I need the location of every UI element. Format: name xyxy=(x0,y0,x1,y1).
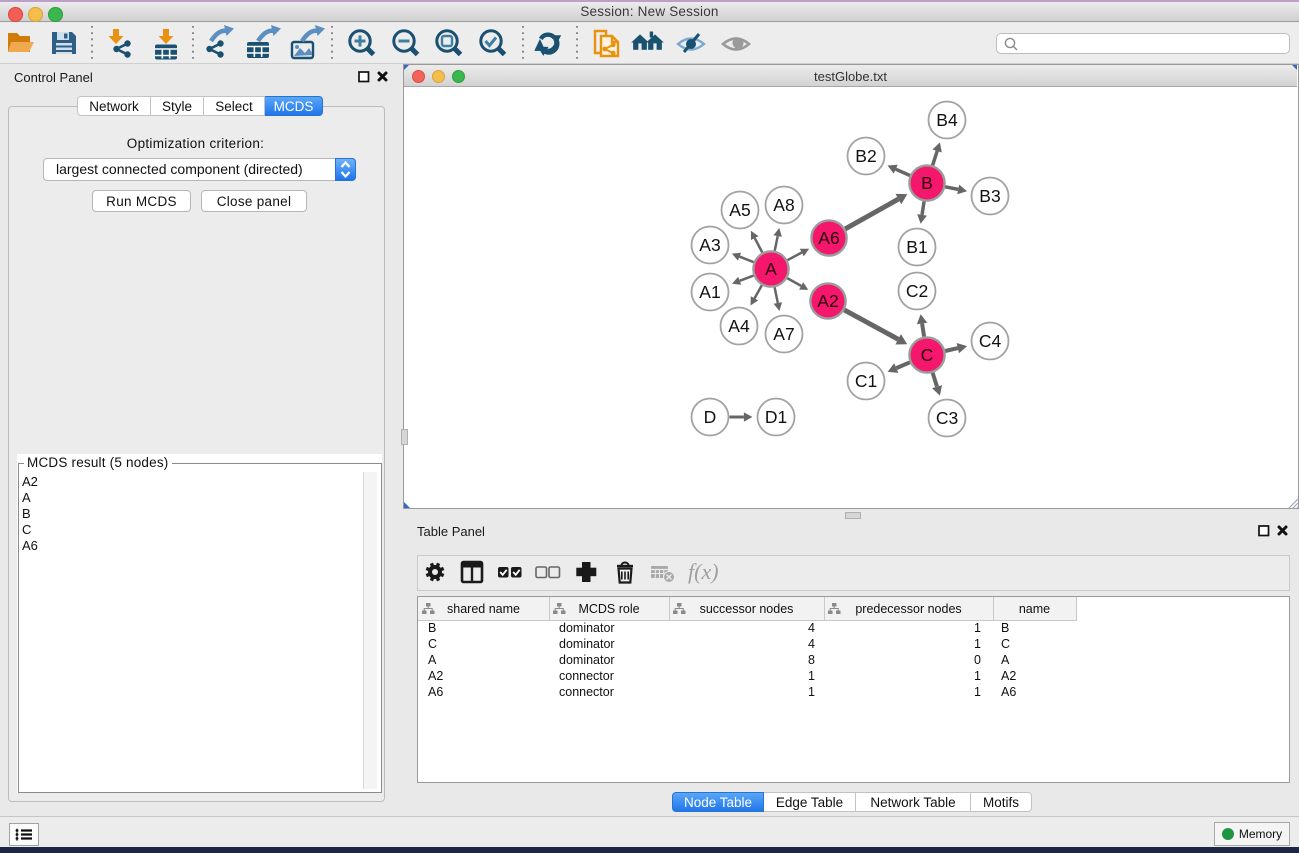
svg-text:B: B xyxy=(921,173,933,193)
svg-text:A4: A4 xyxy=(728,316,750,336)
svg-text:C3: C3 xyxy=(936,408,958,428)
svg-text:A6: A6 xyxy=(818,228,839,248)
svg-text:D: D xyxy=(704,407,717,427)
svg-text:A: A xyxy=(765,259,777,279)
svg-text:A8: A8 xyxy=(773,195,794,215)
svg-text:C: C xyxy=(921,345,934,365)
svg-text:A2: A2 xyxy=(817,291,838,311)
svg-text:A3: A3 xyxy=(699,235,720,255)
svg-text:B4: B4 xyxy=(936,110,958,130)
svg-text:A1: A1 xyxy=(699,282,720,302)
svg-text:C4: C4 xyxy=(979,331,1002,351)
svg-text:B1: B1 xyxy=(906,237,927,257)
svg-text:A7: A7 xyxy=(773,324,794,344)
svg-text:C2: C2 xyxy=(906,281,928,301)
svg-text:C1: C1 xyxy=(855,371,877,391)
svg-text:B3: B3 xyxy=(979,186,1000,206)
svg-text:f(x): f(x) xyxy=(688,559,719,584)
svg-text:B2: B2 xyxy=(855,146,876,166)
svg-text:A5: A5 xyxy=(729,200,750,220)
svg-text:D1: D1 xyxy=(765,407,787,427)
